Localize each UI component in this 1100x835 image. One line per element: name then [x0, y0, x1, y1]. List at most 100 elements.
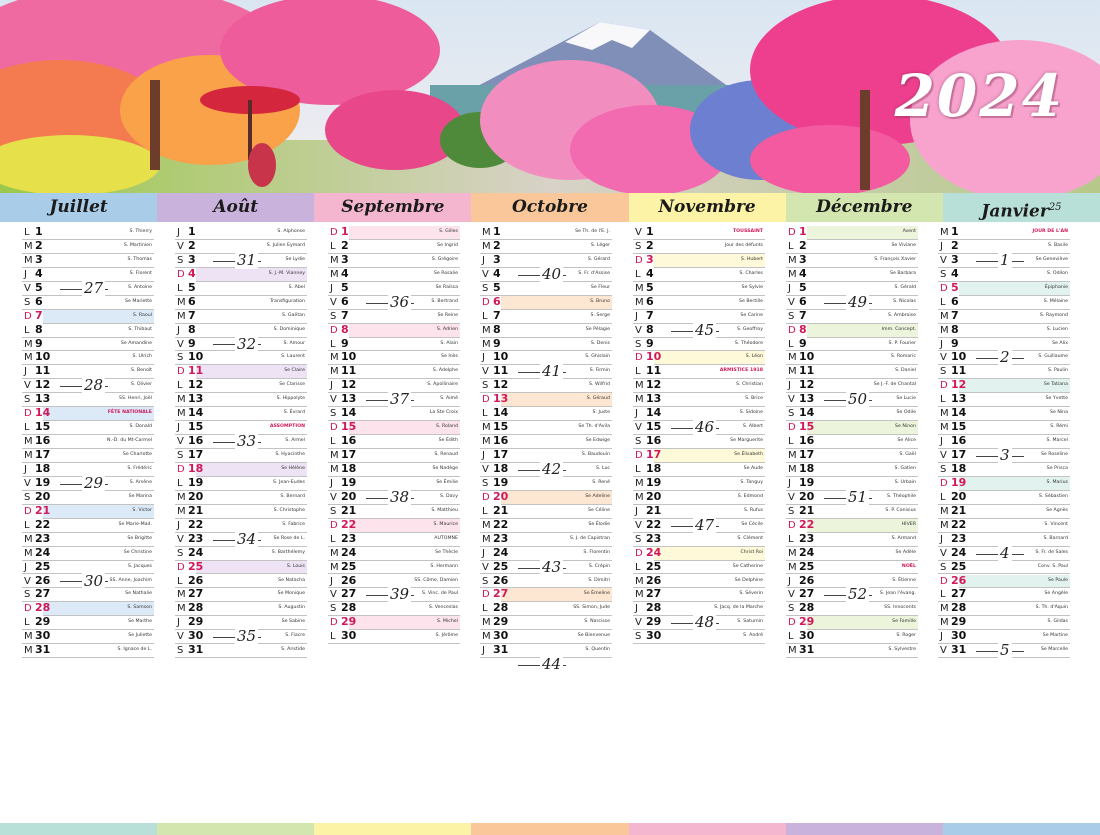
saint-name: Se Sabine — [281, 619, 305, 625]
day-row: M 8 S. Lucien — [938, 323, 1070, 338]
saint-name: Se Th. d'Avila — [578, 424, 610, 430]
week-number: 40 — [540, 264, 564, 283]
weekday-letter: D — [940, 477, 948, 489]
day-number: 14 — [188, 406, 204, 420]
weekday-letter: S — [177, 645, 184, 657]
weekday-letter: J — [330, 380, 333, 392]
week-number: 52 — [846, 585, 870, 604]
day-number: 1 — [493, 225, 501, 238]
weekday-letter: S — [24, 394, 31, 406]
saint-name: Se Viviane — [891, 242, 916, 248]
day-number: 27 — [341, 587, 357, 601]
weekday-letter: M — [788, 352, 797, 364]
weekday-letter: M — [330, 463, 339, 475]
saint-name: S. Gilles — [439, 229, 458, 234]
weekday-letter: J — [177, 617, 180, 629]
saint-name: S. Antoine — [128, 284, 152, 290]
day-number: 15 — [341, 420, 357, 434]
day-number: 21 — [35, 503, 51, 517]
day-number: 22 — [341, 517, 357, 531]
day-row: M 26 Se Delphine — [633, 574, 765, 589]
day-row: L 16 Se Alice — [786, 435, 918, 450]
weekday-letter: V — [177, 631, 184, 643]
day-row: M 5 Se Sylvie — [633, 281, 765, 296]
day-row: M 17 Se Charlotte — [22, 449, 154, 463]
day-number: 25 — [799, 559, 815, 573]
saint-name: S. Thierry — [129, 229, 152, 234]
saint-name: S. Séverin — [739, 591, 763, 597]
saint-name: S. Jean l'évang. — [879, 591, 916, 597]
day-number: 8 — [493, 322, 501, 336]
weekday-letter: M — [635, 282, 644, 294]
weekday-letter: S — [482, 282, 489, 294]
saint-name: S. Christophe — [273, 507, 305, 513]
day-row: L 30 S. Roger — [786, 630, 918, 645]
saint-name: Se Adèle — [895, 549, 916, 555]
day-number: 21 — [188, 503, 204, 517]
weekday-letter: D — [635, 254, 643, 266]
weekday-letter: M — [330, 254, 339, 266]
saint-name: Se Martine — [1042, 633, 1068, 639]
saint-name: S. Romaric — [890, 354, 916, 360]
weekday-letter: L — [177, 477, 183, 489]
day-row: M 24 Se Adèle — [786, 546, 918, 561]
saint-name: S. Sidoine — [739, 410, 763, 416]
weekday-letter: M — [940, 617, 949, 629]
day-row: M 2 S. Léger — [480, 239, 612, 254]
day-row: M 10 S. Ulrich — [22, 351, 154, 366]
weekday-letter: M — [788, 547, 797, 559]
day-row: V 1 TOUSSAINT — [633, 226, 765, 240]
day-row: M 18 Se Nadège — [328, 462, 460, 477]
saint-name: Se Élodie — [588, 521, 610, 527]
day-row: D 12 Se Tatiana — [940, 379, 1070, 394]
day-row: M 24 Se Christine — [22, 546, 154, 561]
weekday-letter: M — [330, 268, 339, 280]
day-number: 7 — [951, 308, 959, 322]
day-number: 12 — [35, 378, 51, 392]
saint-name: S. Gérard — [587, 256, 610, 262]
saint-name: S. Louis — [286, 563, 305, 569]
weekday-letter: M — [177, 589, 186, 601]
weekday-letter: L — [940, 394, 946, 406]
day-number: 31 — [188, 643, 204, 657]
saint-name: S. Hyacinthe — [275, 452, 305, 458]
weekday-letter: D — [940, 282, 948, 294]
saint-name: S. Abel — [288, 284, 305, 290]
day-row: S 4 S. Odilon — [938, 267, 1070, 282]
week-number: 35 — [235, 627, 259, 646]
day-number: 5 — [341, 280, 349, 294]
day-row: J 1 S. Alphonse — [175, 226, 307, 240]
weekday-letter: D — [482, 589, 490, 601]
saint-name: Se Famille — [892, 619, 916, 625]
saint-name: S. Alphonse — [277, 229, 305, 234]
day-number: 21 — [341, 503, 357, 517]
day-number: 20 — [799, 489, 815, 503]
week-number: 46 — [693, 418, 717, 437]
day-number: 5 — [493, 280, 501, 294]
saint-name: AUTOMNE — [434, 535, 458, 541]
day-row: D 22 HIVER — [788, 518, 918, 533]
week-number: 38 — [388, 487, 412, 506]
day-row: M 14 S. Évrard — [175, 406, 307, 422]
day-number: 25 — [493, 559, 509, 573]
week-number: 36 — [388, 292, 412, 311]
weekday-letter: D — [635, 450, 643, 462]
weekday-letter: S — [788, 310, 795, 322]
day-row: S 20 Se Marina — [22, 490, 154, 505]
day-row: D 6 S. Bruno — [482, 295, 612, 310]
saint-name: S. Dominique — [273, 326, 305, 332]
day-number: 13 — [341, 392, 357, 406]
saint-name: Se Rose de L. — [273, 535, 305, 541]
day-number: 2 — [188, 238, 196, 252]
day-row: D 17 Se Élisabeth — [635, 449, 765, 463]
day-number: 3 — [341, 252, 349, 266]
saint-name: S. Renaud — [434, 452, 458, 458]
day-row: M 17 S. Gaël — [786, 449, 918, 463]
saint-name: Se Élisabeth — [734, 452, 763, 458]
week-number: 30 — [82, 571, 106, 590]
saint-name: S. Gaëtan — [281, 312, 305, 318]
month-name: Octobre — [511, 197, 588, 217]
weekday-letter: D — [330, 324, 338, 336]
day-row: L 22 Se Marie-Mad. — [22, 518, 154, 533]
day-row: M 30 Se Bienvenue — [480, 630, 612, 645]
